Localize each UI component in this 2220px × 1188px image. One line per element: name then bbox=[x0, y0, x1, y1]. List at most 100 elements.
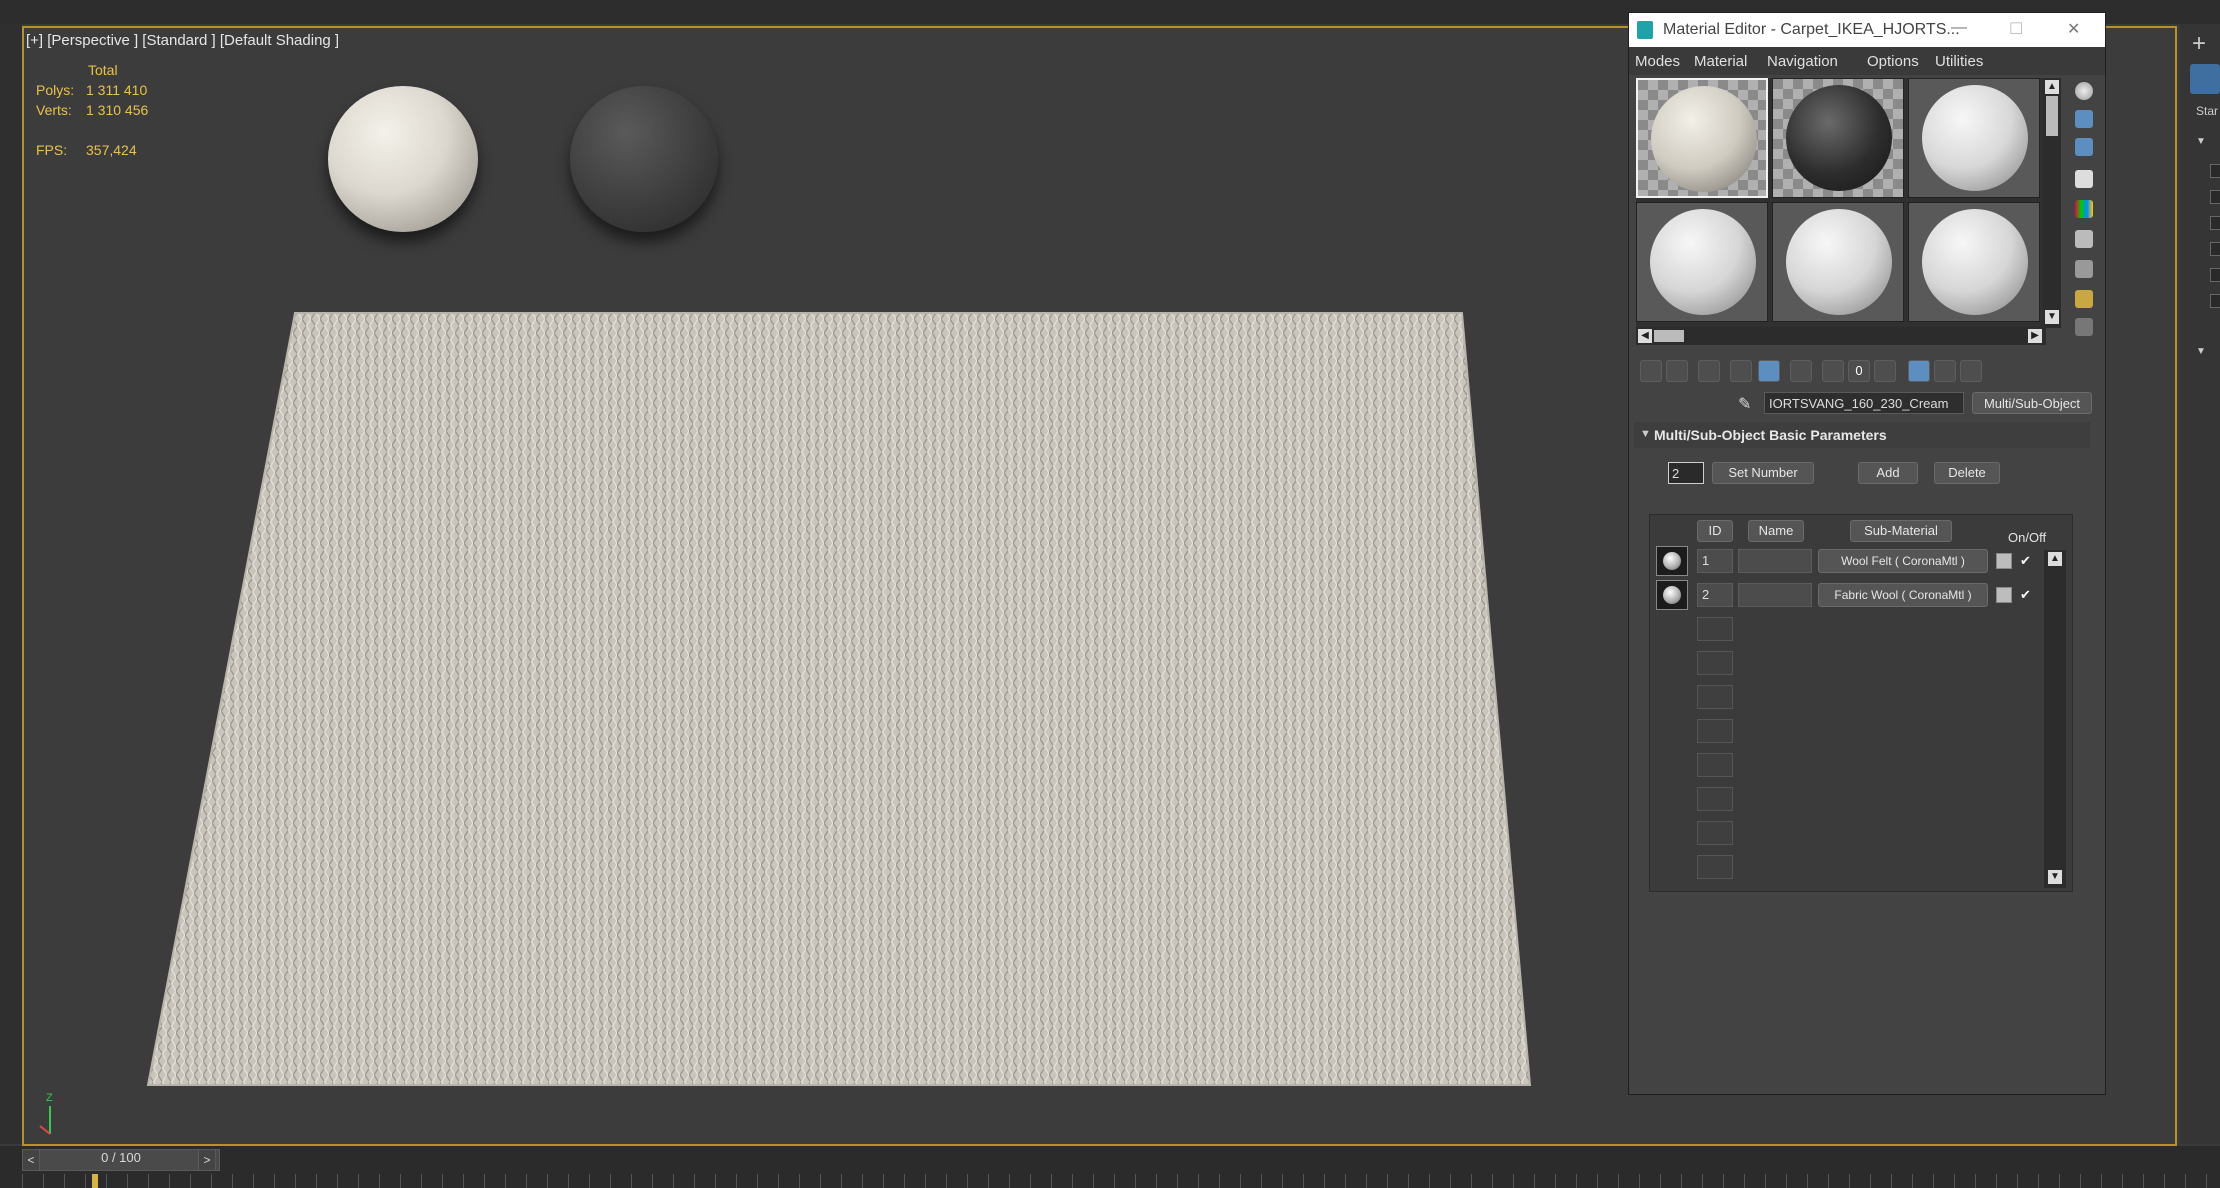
material-id-channel-icon[interactable]: 0 bbox=[1848, 360, 1870, 382]
submaterial-thumbnail[interactable] bbox=[1656, 580, 1688, 610]
go-forward-to-sibling-icon[interactable] bbox=[1960, 360, 1982, 382]
submaterial-button[interactable]: Wool Felt ( CoronaMtl ) bbox=[1818, 549, 1988, 573]
submaterial-name-field[interactable] bbox=[1738, 583, 1812, 607]
material-type-button[interactable]: Multi/Sub-Object bbox=[1972, 392, 2092, 414]
sample-type-icon[interactable] bbox=[2075, 82, 2093, 100]
prev-frame-button[interactable]: < bbox=[22, 1149, 40, 1171]
submaterial-onoff-checkbox[interactable]: ✔ bbox=[2020, 588, 2034, 602]
menu-modes[interactable]: Modes bbox=[1635, 53, 1680, 70]
show-shaded-material-icon[interactable] bbox=[1874, 360, 1896, 382]
panel-checkbox[interactable] bbox=[2210, 268, 2220, 282]
get-material-icon[interactable] bbox=[1640, 360, 1662, 382]
video-color-check-icon[interactable] bbox=[2075, 200, 2093, 218]
set-number-button[interactable]: Set Number bbox=[1712, 462, 1814, 484]
select-by-material-icon[interactable] bbox=[2075, 290, 2093, 308]
material-slot[interactable] bbox=[1908, 202, 2040, 322]
number-of-materials-field[interactable]: 2 bbox=[1668, 462, 1704, 484]
submaterial-id-field[interactable]: 2 bbox=[1697, 583, 1733, 607]
put-material-icon[interactable] bbox=[1666, 360, 1688, 382]
next-frame-button[interactable]: > bbox=[198, 1149, 216, 1171]
empty-id-slot bbox=[1697, 685, 1733, 709]
panel-checkbox[interactable] bbox=[2210, 294, 2220, 308]
submaterial-color-swatch[interactable] bbox=[1996, 587, 2012, 603]
scroll-down-icon[interactable]: ▼ bbox=[2048, 870, 2062, 884]
panel-checkbox[interactable] bbox=[2210, 216, 2220, 230]
background-checker-icon[interactable] bbox=[2075, 138, 2093, 156]
axis-z-label: Z bbox=[46, 1092, 53, 1104]
modify-tab-icon[interactable] bbox=[2190, 64, 2220, 94]
material-slot[interactable] bbox=[1636, 202, 1768, 322]
polys-value: 1 311 410 bbox=[86, 82, 148, 98]
scroll-down-icon[interactable]: ▼ bbox=[2045, 310, 2059, 324]
delete-button[interactable]: Delete bbox=[1934, 462, 2000, 484]
copy-material-icon[interactable] bbox=[1758, 360, 1780, 382]
viewport-stats: Total Polys: 1 311 410 Verts: 1 310 456 FP… bbox=[36, 60, 148, 160]
viewport-label[interactable]: [+] [Perspective ] [Standard ] [Default … bbox=[26, 32, 339, 49]
time-marker[interactable] bbox=[92, 1174, 98, 1188]
material-slot[interactable] bbox=[1772, 78, 1904, 198]
minimize-icon[interactable]: — bbox=[1951, 19, 1967, 37]
options-icon[interactable] bbox=[2075, 260, 2093, 278]
slots-horizontal-scrollbar[interactable]: ◀ ▶ bbox=[1636, 327, 2046, 345]
reset-map-icon[interactable] bbox=[1730, 360, 1752, 382]
material-preview-sphere bbox=[1786, 85, 1892, 191]
menu-utilities[interactable]: Utilities bbox=[1935, 53, 1983, 70]
scroll-thumb[interactable] bbox=[1654, 330, 1684, 342]
material-slot[interactable] bbox=[1636, 78, 1768, 198]
material-preview-sphere bbox=[1786, 209, 1892, 315]
rollout-expand-icon[interactable]: ▼ bbox=[2196, 136, 2206, 147]
pick-material-eyedropper-icon[interactable]: ✎ bbox=[1738, 394, 1751, 414]
column-header-submaterial[interactable]: Sub-Material bbox=[1850, 520, 1952, 542]
submaterial-name-field[interactable] bbox=[1738, 549, 1812, 573]
material-slot[interactable] bbox=[1908, 78, 2040, 198]
panel-checkbox[interactable] bbox=[2210, 190, 2220, 204]
multisub-rollout-header[interactable]: ▼ Multi/Sub-Object Basic Parameters bbox=[1634, 422, 2090, 448]
submaterial-onoff-checkbox[interactable]: ✔ bbox=[2020, 554, 2034, 568]
scroll-thumb[interactable] bbox=[2046, 96, 2058, 136]
dark-sphere-object[interactable] bbox=[570, 86, 718, 232]
make-preview-icon[interactable] bbox=[2075, 230, 2093, 248]
menu-options[interactable]: Options bbox=[1867, 53, 1919, 70]
go-to-parent-icon[interactable] bbox=[1934, 360, 1956, 382]
submaterial-button[interactable]: Fabric Wool ( CoronaMtl ) bbox=[1818, 583, 1988, 607]
submaterial-color-swatch[interactable] bbox=[1996, 553, 2012, 569]
scroll-up-icon[interactable]: ▲ bbox=[2048, 552, 2062, 566]
panel-checkbox[interactable] bbox=[2210, 164, 2220, 178]
scroll-left-icon[interactable]: ◀ bbox=[1638, 329, 1652, 343]
rollout-collapse-icon[interactable]: ▼ bbox=[1640, 428, 1651, 440]
create-tab-icon[interactable]: + bbox=[2192, 30, 2206, 58]
timeline-ruler[interactable] bbox=[22, 1174, 2220, 1188]
timeline[interactable]: 0 / 100 < > bbox=[0, 1146, 2220, 1188]
empty-id-slot bbox=[1697, 787, 1733, 811]
carpet-object[interactable] bbox=[140, 305, 1540, 1095]
slots-vertical-scrollbar[interactable]: ▲ ▼ bbox=[2043, 78, 2061, 328]
material-name-field[interactable]: IORTSVANG_160_230_Cream bbox=[1764, 392, 1964, 414]
material-editor-app-icon bbox=[1637, 21, 1653, 39]
column-header-name[interactable]: Name bbox=[1748, 520, 1804, 542]
empty-id-slot bbox=[1697, 821, 1733, 845]
light-sphere-object[interactable] bbox=[328, 86, 478, 232]
scroll-up-icon[interactable]: ▲ bbox=[2045, 80, 2059, 94]
assign-material-icon[interactable] bbox=[1698, 360, 1720, 382]
close-icon[interactable]: ✕ bbox=[2067, 19, 2080, 39]
make-unique-icon[interactable] bbox=[1790, 360, 1812, 382]
menu-navigation[interactable]: Navigation bbox=[1767, 53, 1838, 70]
backlight-icon[interactable] bbox=[2075, 110, 2093, 128]
menu-material[interactable]: Material bbox=[1694, 53, 1747, 70]
maximize-icon[interactable]: ☐ bbox=[2009, 19, 2023, 39]
rollout-expand-icon[interactable]: ▼ bbox=[2196, 346, 2206, 357]
column-header-id[interactable]: ID bbox=[1697, 520, 1733, 542]
submaterial-list-scrollbar[interactable]: ▲ ▼ bbox=[2044, 550, 2066, 888]
material-slot[interactable] bbox=[1772, 202, 1904, 322]
material-editor-titlebar[interactable]: Material Editor - Carpet_IKEA_HJORTS... … bbox=[1629, 13, 2105, 47]
scroll-right-icon[interactable]: ▶ bbox=[2028, 329, 2042, 343]
material-map-navigator-icon[interactable] bbox=[2075, 318, 2093, 336]
put-to-library-icon[interactable] bbox=[1822, 360, 1844, 382]
show-end-result-icon[interactable] bbox=[1908, 360, 1930, 382]
material-editor-toolbar: 0 bbox=[1636, 358, 2076, 384]
submaterial-thumbnail[interactable] bbox=[1656, 546, 1688, 576]
sample-uv-tiling-icon[interactable] bbox=[2075, 170, 2093, 188]
submaterial-id-field[interactable]: 1 bbox=[1697, 549, 1733, 573]
panel-checkbox[interactable] bbox=[2210, 242, 2220, 256]
add-button[interactable]: Add bbox=[1858, 462, 1918, 484]
